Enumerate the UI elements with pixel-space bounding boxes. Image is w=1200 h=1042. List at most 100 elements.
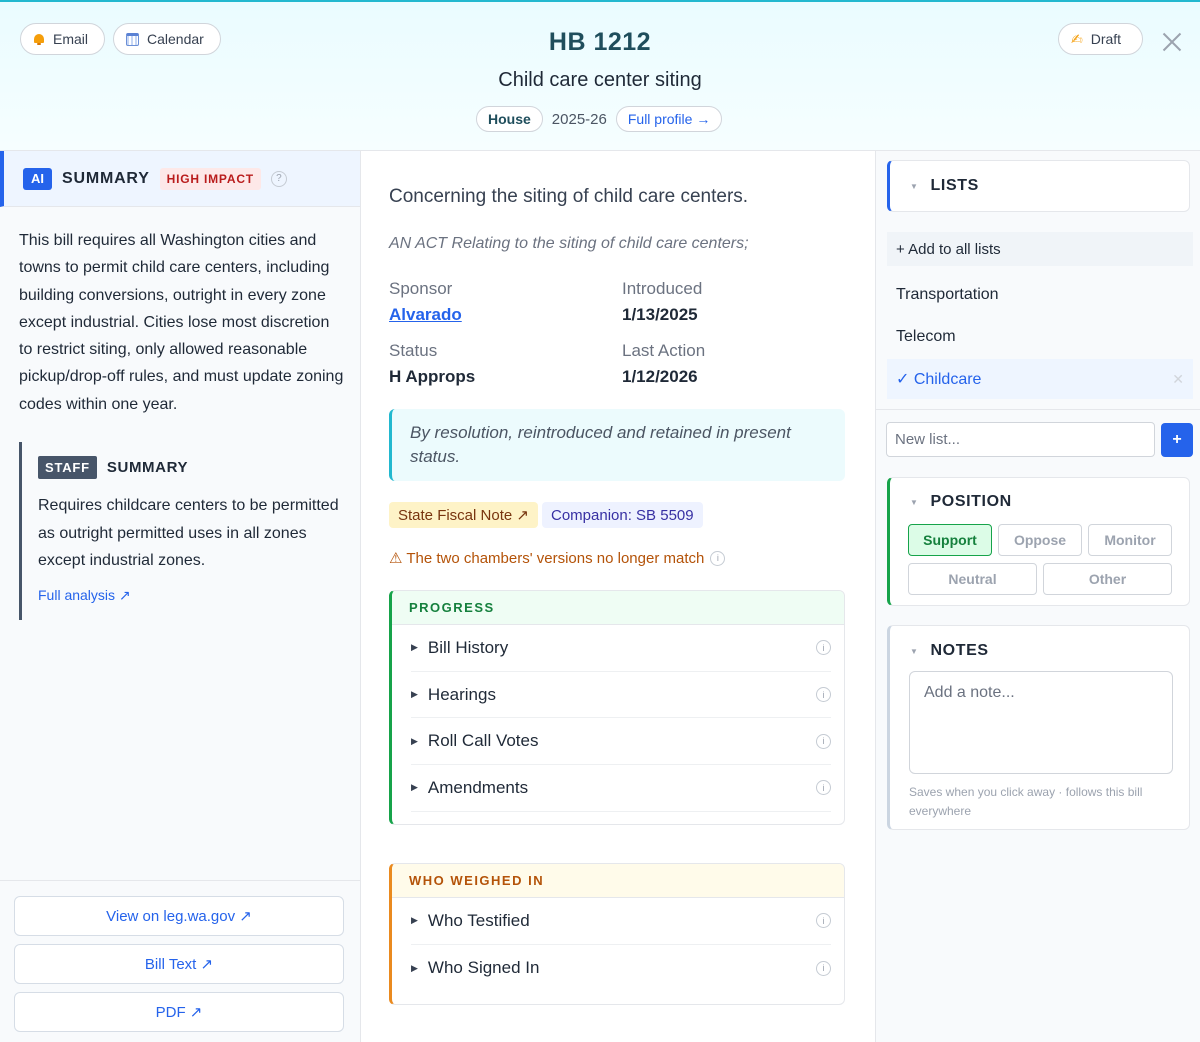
status-label: Status: [389, 341, 438, 360]
status-field: Status H Approps: [389, 341, 475, 387]
info-icon[interactable]: i: [816, 913, 831, 929]
fiscal-note-link[interactable]: State Fiscal Note ↗: [389, 502, 538, 528]
notes-hint: Saves when you click away · follows this…: [909, 785, 1143, 818]
detail-column: Concerning the siting of child care cent…: [361, 151, 874, 1042]
chamber-chip: House: [476, 106, 543, 132]
who-testified-row[interactable]: ▶ Who Testified i: [411, 898, 831, 945]
collapse-triangle-icon: ▼: [910, 646, 919, 656]
help-icon[interactable]: ?: [270, 170, 287, 187]
expand-triangle-icon: ▶: [411, 642, 418, 653]
remove-icon[interactable]: ✕: [1172, 371, 1184, 388]
lists-card[interactable]: ▼ LISTS: [887, 160, 1190, 212]
accordion-label: Who Testified: [427, 910, 530, 930]
amendments-row[interactable]: ▶ Amendments i: [411, 765, 831, 812]
note-textarea[interactable]: [909, 671, 1173, 774]
add-list-button[interactable]: +: [1161, 423, 1193, 457]
summary-heading: SUMMARY: [62, 169, 150, 187]
bill-history-row[interactable]: ▶ Bill History i: [411, 625, 831, 672]
collapse-triangle-icon: ▼: [910, 497, 919, 507]
list-item-childcare[interactable]: ✓ Childcare ✕: [887, 359, 1193, 399]
add-to-all-lists-button[interactable]: + Add to all lists: [887, 232, 1193, 266]
sponsor-field: Sponsor Alvarado: [389, 279, 462, 325]
companion-bill-tag[interactable]: Companion: SB 5509: [542, 502, 703, 528]
who-weighed-in-panel: WHO WEIGHED IN ▶ Who Testified i ▶ Who S…: [389, 863, 845, 1005]
expand-triangle-icon: ▶: [411, 962, 418, 973]
session-label: 2025-26: [551, 110, 607, 128]
actions-column: ▼ LISTS + Add to all lists Transportatio…: [875, 151, 1200, 1042]
position-toggle[interactable]: ▼ POSITION: [910, 493, 1012, 511]
expand-triangle-icon: ▶: [411, 735, 418, 746]
full-analysis-link[interactable]: Full analysis ↗: [38, 587, 344, 604]
last-action-value: 1/12/2026: [622, 367, 698, 386]
staff-summary-text: Requires childcare centers to be permitt…: [38, 497, 339, 569]
progress-panel: PROGRESS ▶ Bill History i ▶ Hearings i ▶…: [389, 590, 845, 825]
position-support-button[interactable]: Support: [908, 524, 992, 556]
who-weighed-in-heading: WHO WEIGHED IN: [392, 864, 844, 898]
list-item-transportation[interactable]: Transportation: [887, 275, 1193, 315]
info-icon[interactable]: i: [816, 733, 831, 749]
introduced-value: 1/13/2025: [622, 305, 698, 324]
hearings-row[interactable]: ▶ Hearings i: [411, 672, 831, 719]
expand-triangle-icon: ▶: [411, 689, 418, 700]
info-icon[interactable]: i: [816, 780, 831, 796]
bill-text-button[interactable]: Bill Text ↗: [14, 944, 344, 984]
external-links: View on leg.wa.gov ↗ Bill Text ↗ PDF ↗: [0, 880, 360, 1042]
draft-label: Draft: [1090, 31, 1122, 47]
progress-heading: PROGRESS: [392, 591, 844, 625]
full-profile-link[interactable]: Full profile →: [615, 106, 723, 132]
info-icon[interactable]: i: [816, 960, 831, 976]
introduced-label: Introduced: [622, 279, 703, 298]
position-neutral-button[interactable]: Neutral: [908, 563, 1037, 595]
ai-badge: AI: [23, 167, 52, 190]
accordion-label: Who Signed In: [427, 958, 540, 978]
ai-summary-text: This bill requires all Washington cities…: [19, 232, 344, 413]
bill-number: HB 1212: [548, 28, 652, 56]
status-value: H Approps: [389, 367, 476, 386]
introduced-field: Introduced 1/13/2025: [622, 279, 702, 325]
info-icon[interactable]: i: [816, 687, 831, 703]
list-item-label: ✓ Childcare: [896, 371, 982, 388]
lists-heading: LISTS: [930, 177, 979, 194]
expand-triangle-icon: ▶: [411, 782, 418, 793]
notes-heading: NOTES: [930, 642, 989, 659]
ai-summary-header: AI SUMMARY HIGH IMPACT ?: [0, 151, 360, 207]
pdf-button[interactable]: PDF ↗: [14, 992, 344, 1032]
info-icon[interactable]: i: [816, 640, 831, 656]
close-icon[interactable]: [1158, 28, 1186, 56]
expand-triangle-icon: ▶: [411, 915, 418, 926]
new-list-input[interactable]: [886, 422, 1155, 457]
accordion-label: Bill History: [427, 637, 509, 657]
act-text: AN ACT Relating to the siting of child c…: [389, 235, 749, 252]
last-action-field: Last Action 1/12/2026: [622, 341, 705, 387]
staff-summary-heading: SUMMARY: [106, 459, 189, 476]
accordion-label: Hearings: [427, 684, 496, 704]
position-other-button[interactable]: Other: [1043, 563, 1172, 595]
writing-hand-icon: ✍: [1071, 31, 1083, 47]
bill-description: Concerning the siting of child care cent…: [389, 186, 749, 207]
divider: [876, 409, 1200, 410]
roll-call-votes-row[interactable]: ▶ Roll Call Votes i: [411, 718, 831, 766]
position-oppose-button[interactable]: Oppose: [998, 524, 1082, 556]
lists-toggle[interactable]: ▼ LISTS: [910, 177, 979, 195]
notes-card: ▼ NOTES Saves when you click away · foll…: [887, 625, 1190, 830]
summary-column: AI SUMMARY HIGH IMPACT ? This bill requi…: [0, 151, 361, 1042]
list-item-telecom[interactable]: Telecom: [887, 317, 1193, 357]
position-monitor-button[interactable]: Monitor: [1088, 524, 1172, 556]
version-warning: ⚠ The two chambers' versions no longer m…: [389, 549, 726, 567]
sponsor-link[interactable]: Alvarado: [389, 305, 462, 325]
status-callout: By resolution, reintroduced and retained…: [389, 409, 845, 481]
view-on-leg-button[interactable]: View on leg.wa.gov ↗: [14, 896, 344, 936]
last-action-label: Last Action: [622, 341, 706, 360]
accordion-label: Roll Call Votes: [427, 731, 539, 751]
staff-badge: STAFF: [38, 456, 97, 479]
impact-badge: HIGH IMPACT: [159, 167, 261, 190]
staff-summary: STAFF SUMMARY Requires childcare centers…: [19, 442, 344, 620]
position-heading: POSITION: [930, 493, 1012, 510]
bill-title: Child care center siting: [498, 69, 702, 91]
warning-text: ⚠ The two chambers' versions no longer m…: [389, 550, 705, 567]
info-icon[interactable]: i: [710, 550, 726, 566]
collapse-triangle-icon: ▼: [910, 181, 919, 191]
notes-toggle[interactable]: ▼ NOTES: [910, 642, 989, 660]
who-signed-in-row[interactable]: ▶ Who Signed In i: [411, 945, 831, 992]
draft-button[interactable]: ✍ Draft: [1058, 23, 1143, 55]
